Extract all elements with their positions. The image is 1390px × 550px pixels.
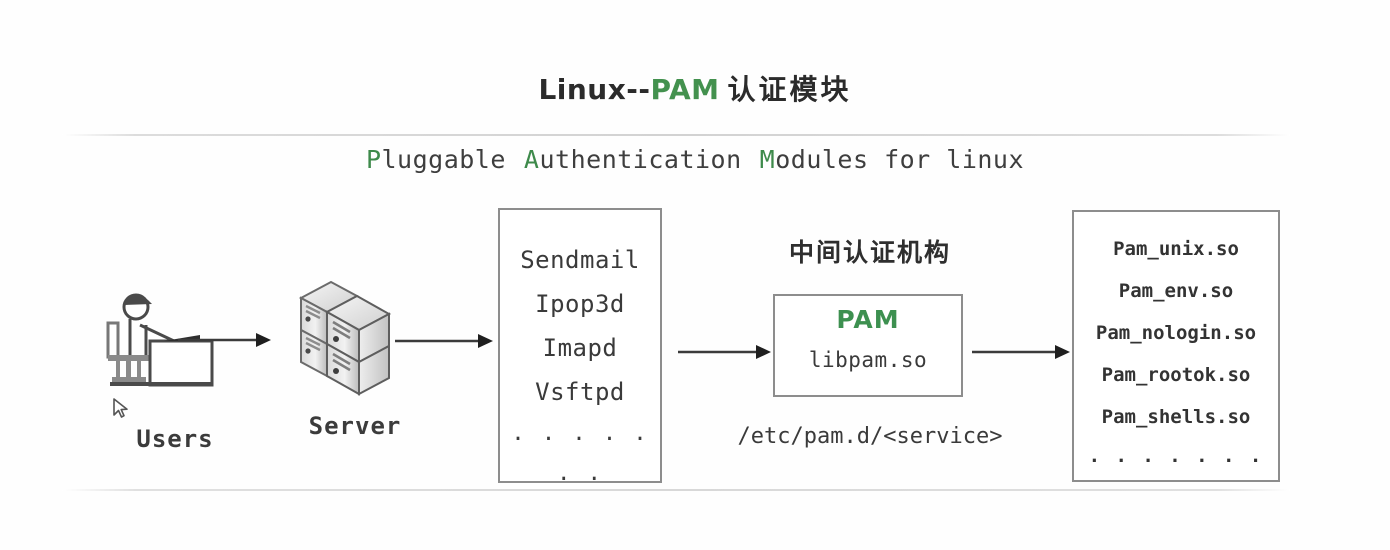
subtitle: Pluggable Authentication Modules for linux (0, 145, 1390, 174)
subtitle-word-pluggable: luggable (381, 145, 506, 174)
pam-heading-label: 中间认证机构 (788, 238, 951, 267)
server-label: Server (308, 412, 402, 440)
server-node: Server (265, 272, 445, 462)
services-box: Sendmail Ipop3d Imapd Vsftpd . . . . . .… (498, 208, 662, 486)
arrow-users-to-server (178, 328, 273, 357)
mouse-cursor-icon (112, 397, 130, 421)
bottom-divider (62, 489, 1290, 491)
subtitle-word-authentication: uthentication (539, 145, 742, 174)
module-item: Pam_shells.so (1101, 406, 1251, 428)
title-prefix: Linux-- (538, 73, 651, 106)
service-item: Sendmail (520, 246, 640, 274)
module-item: Pam_rootok.so (1101, 364, 1251, 386)
title-accent-pam: PAM (650, 73, 720, 106)
arrow-server-to-services (395, 329, 495, 358)
services-ellipsis: . . . . . . . (511, 421, 649, 486)
pam-name-label: PAM (836, 305, 900, 334)
pam-box: PAM libpam.so (773, 294, 963, 397)
title-suffix-cjk: 认证模块 (727, 73, 852, 106)
diagram-canvas: Linux--PAM 认证模块 Pluggable Authentication Mo… (0, 0, 1390, 550)
pam-config-path-label: /etc/pam.d/<service> (737, 424, 1003, 449)
pam-modules-box: Pam_unix.so Pam_env.so Pam_nologin.so Pa… (1072, 210, 1280, 482)
subtitle-m-initial: M (759, 145, 776, 174)
service-item: Vsftpd (535, 378, 625, 406)
page-title: Linux--PAM 认证模块 (0, 68, 1390, 108)
module-item: Pam_nologin.so (1095, 322, 1257, 344)
subtitle-a-initial: A (523, 145, 540, 174)
service-item: Imapd (542, 334, 618, 362)
users-node: Users (80, 285, 270, 460)
pam-library-label: libpam.so (808, 348, 928, 372)
users-label: Users (136, 425, 214, 453)
modules-ellipsis: . . . . . . . (1088, 445, 1264, 467)
subtitle-p-initial: P (365, 145, 382, 174)
arrow-services-to-pam (678, 340, 773, 369)
subtitle-word-modules: odules for linux (775, 145, 1025, 174)
module-item: Pam_env.so (1118, 280, 1234, 302)
module-item: Pam_unix.so (1113, 238, 1239, 260)
title-divider (62, 134, 1290, 136)
service-item: Ipop3d (535, 290, 625, 318)
arrow-pam-to-modules (972, 340, 1072, 369)
